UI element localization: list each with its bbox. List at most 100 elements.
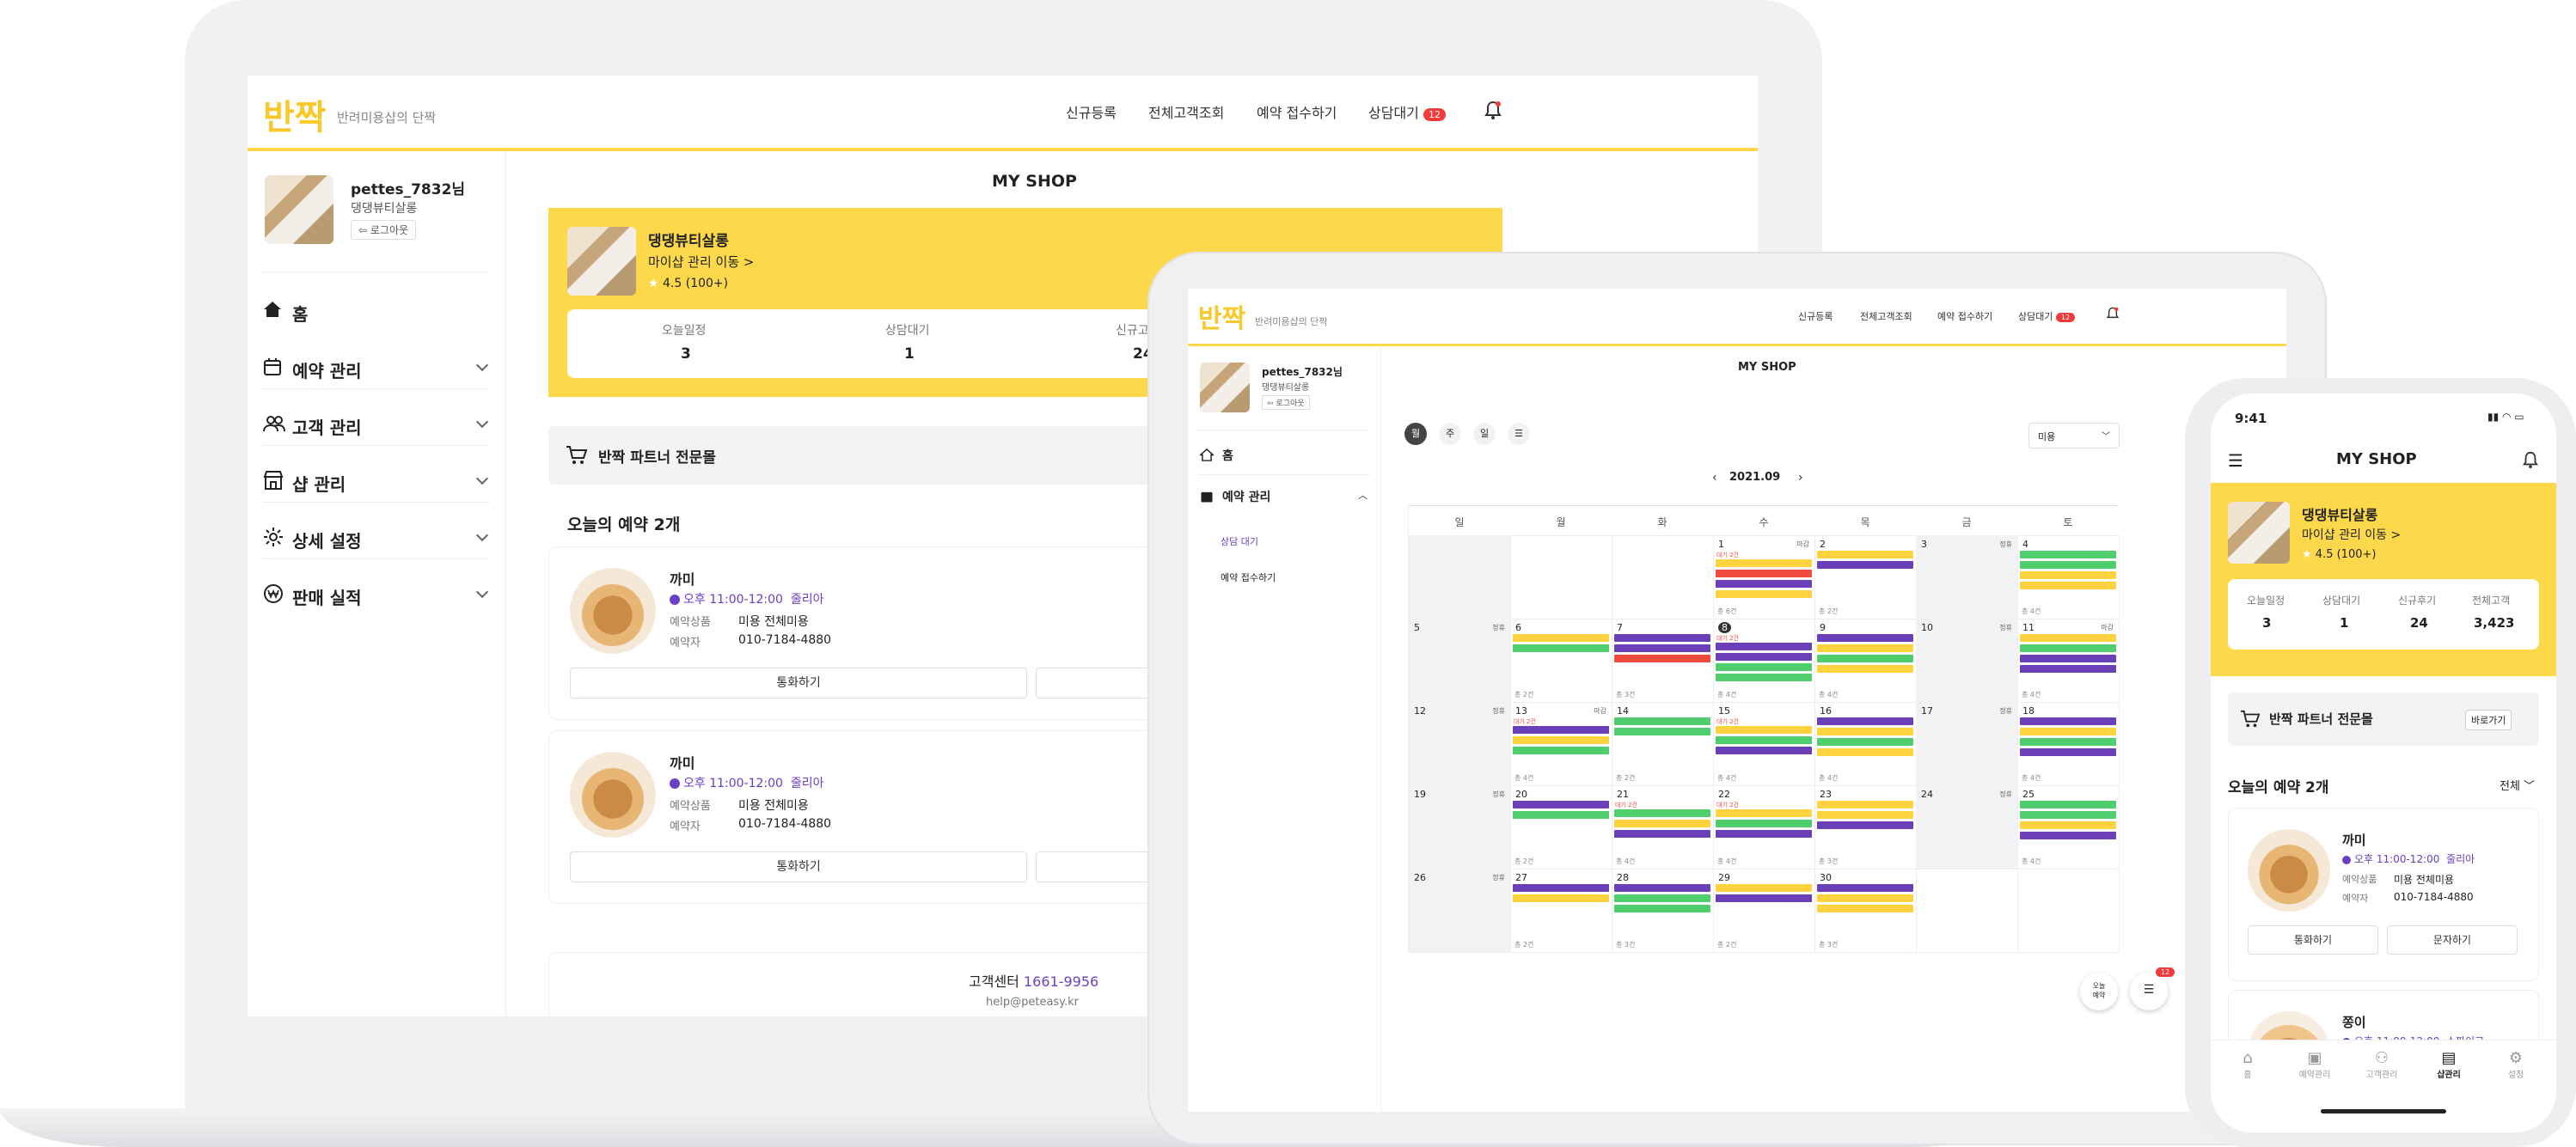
reservation-tag[interactable] [1513, 736, 1609, 744]
reservation-tag[interactable] [2020, 832, 2116, 839]
view-tab-day[interactable]: 일 [1473, 423, 1496, 445]
reservation-tag[interactable] [2020, 582, 2116, 589]
menu-fab[interactable]: ☰ 12 [2130, 967, 2175, 1010]
reservation-tag[interactable] [1614, 905, 1710, 912]
calendar-day-cell[interactable]: 24 정휴 [1916, 785, 2018, 869]
reservation-tag[interactable] [1817, 811, 1913, 819]
sidebar-sub-reserve[interactable]: 예약 접수하기 [1221, 570, 1276, 584]
logout-button[interactable]: ⇦ 로그아웃 [1262, 395, 1310, 410]
hamburger-icon[interactable]: ☰ [2228, 450, 2243, 471]
sidebar-sub-consult[interactable]: 상담 대기 [1221, 534, 1258, 548]
reservation-tag[interactable] [2020, 551, 2116, 558]
calendar-day-cell[interactable]: 11 마감 총 4건 [2017, 619, 2120, 703]
reservation-tag[interactable] [1817, 821, 1913, 829]
reservation-tag[interactable] [1817, 801, 1913, 808]
nav-all-customers[interactable]: 전체고객조회 [1860, 309, 1912, 323]
nav-reservation[interactable]: 예약 접수하기 [1937, 309, 1992, 323]
sidebar-item-home[interactable]: 홈 [1200, 442, 1372, 467]
calendar-day-cell[interactable]: 25 총 4건 [2017, 785, 2120, 869]
reservation-tag[interactable] [1817, 551, 1913, 558]
today-reservation-fab[interactable]: 오늘 예약 [2080, 973, 2118, 1010]
reservation-tag[interactable] [1716, 674, 1812, 681]
reservation-tag[interactable] [1513, 634, 1609, 642]
calendar-day-cell[interactable]: 3 정휴 [1916, 535, 2018, 619]
reservation-tag[interactable] [1716, 559, 1812, 567]
reservation-tag[interactable] [1716, 580, 1812, 588]
calendar-day-cell[interactable]: 26 정휴 [1409, 869, 1511, 953]
logo[interactable]: 반짝 [263, 89, 327, 139]
calendar-day-cell[interactable]: 1 마감 대기 2건 총 6건 [1713, 535, 1815, 619]
calendar-day-cell[interactable]: 23 총 3건 [1814, 785, 1917, 869]
reservation-tag[interactable] [1614, 884, 1710, 892]
reservation-tag[interactable] [2020, 821, 2116, 829]
calendar-day-cell[interactable]: 8 대기 2건 총 4건 [1713, 619, 1815, 703]
message-button[interactable]: 문자하기 [2387, 925, 2518, 955]
call-button[interactable]: 통화하기 [570, 668, 1027, 699]
reservation-tag[interactable] [1716, 747, 1812, 754]
calendar-day-cell[interactable]: 4 총 4건 [2017, 535, 2120, 619]
sidebar-item-sales[interactable]: 판매 실적 [263, 572, 490, 615]
month-next[interactable]: › [1798, 471, 1803, 485]
nav-register[interactable]: 신규등록 [1066, 101, 1117, 122]
reservation-tag[interactable] [1716, 736, 1812, 744]
sidebar-item-settings[interactable]: 상세 설정 [263, 516, 490, 559]
reservation-tag[interactable] [1716, 653, 1812, 661]
reservation-tag[interactable] [1716, 643, 1812, 650]
reservation-tag[interactable] [1817, 655, 1913, 662]
calendar-day-cell[interactable]: 21 대기 2건 총 4건 [1612, 785, 1714, 869]
calendar-day-cell[interactable]: 22 대기 2건 총 4건 [1713, 785, 1815, 869]
category-select[interactable]: 미용 ﹀ [2028, 423, 2120, 448]
reservation-tag[interactable] [2020, 665, 2116, 673]
reservation-tag[interactable] [1716, 809, 1812, 817]
reservation-tag[interactable] [2020, 717, 2116, 725]
reservation-tag[interactable] [1716, 570, 1812, 577]
reservation-tag[interactable] [1614, 809, 1710, 817]
nav-consult[interactable]: 상담대기 12 [2018, 309, 2076, 323]
tab-settings[interactable]: ⚙ 설정 [2486, 1049, 2546, 1092]
customer-center-phone[interactable]: 1661-9956 [1024, 973, 1098, 990]
reservation-tag[interactable] [1513, 747, 1609, 754]
reservation-tag[interactable] [1513, 726, 1609, 734]
reservation-tag[interactable] [1614, 634, 1710, 642]
reservation-tag[interactable] [1614, 820, 1710, 827]
reservation-tag[interactable] [1716, 884, 1812, 892]
reservation-tag[interactable] [1716, 590, 1812, 598]
view-tab-month[interactable]: 월 [1404, 423, 1427, 445]
calendar-day-cell[interactable]: 14 총 2건 [1612, 702, 1714, 786]
sidebar-item-customer[interactable]: 고객 관리 [263, 402, 490, 446]
calendar-day-cell[interactable]: 27 총 2건 [1510, 869, 1612, 953]
reservation-tag[interactable] [1513, 811, 1609, 819]
reservation-tag[interactable] [2020, 655, 2116, 662]
reservation-tag[interactable] [2020, 738, 2116, 746]
sidebar-item-home[interactable]: 홈 [263, 289, 490, 332]
reservation-tag[interactable] [1513, 894, 1609, 902]
reservation-tag[interactable] [2020, 571, 2116, 579]
calendar-day-cell[interactable]: 18 총 4건 [2017, 702, 2120, 786]
reservation-tag[interactable] [1817, 905, 1913, 912]
reservation-tag[interactable] [2020, 748, 2116, 756]
nav-all-customers[interactable]: 전체고객조회 [1148, 101, 1224, 122]
tab-shop[interactable]: ▤ 샵관리 [2419, 1049, 2479, 1092]
shop-manage-link[interactable]: 마이샵 관리 이동 > [2302, 526, 2401, 543]
reservation-tag[interactable] [2020, 644, 2116, 652]
nav-consult[interactable]: 상담대기 12 [1368, 101, 1446, 122]
tab-home[interactable]: ⌂ 홈 [2218, 1049, 2278, 1092]
reservation-tag[interactable] [1716, 726, 1812, 734]
customer-center-email[interactable]: help@peteasy.kr [986, 996, 1079, 1009]
reservation-tag[interactable] [2020, 561, 2116, 569]
bell-icon[interactable] [1484, 100, 1502, 120]
reservation-tag[interactable] [1817, 644, 1913, 652]
bell-icon[interactable] [2522, 450, 2539, 469]
reservation-tag[interactable] [1513, 801, 1609, 808]
reservation-tag[interactable] [1817, 717, 1913, 725]
nav-register[interactable]: 신규등록 [1798, 309, 1833, 323]
calendar-day-cell[interactable]: 20 총 2건 [1510, 785, 1612, 869]
call-button[interactable]: 통화하기 [570, 851, 1027, 882]
reservation-tag[interactable] [1614, 728, 1710, 735]
month-prev[interactable]: ‹ [1712, 471, 1717, 485]
reservation-tag[interactable] [1614, 717, 1710, 725]
reservation-tag[interactable] [1817, 894, 1913, 902]
calendar-day-cell[interactable]: 16 총 4건 [1814, 702, 1917, 786]
bell-icon[interactable] [2106, 306, 2120, 321]
logo[interactable]: 반짝 [1198, 297, 1245, 335]
